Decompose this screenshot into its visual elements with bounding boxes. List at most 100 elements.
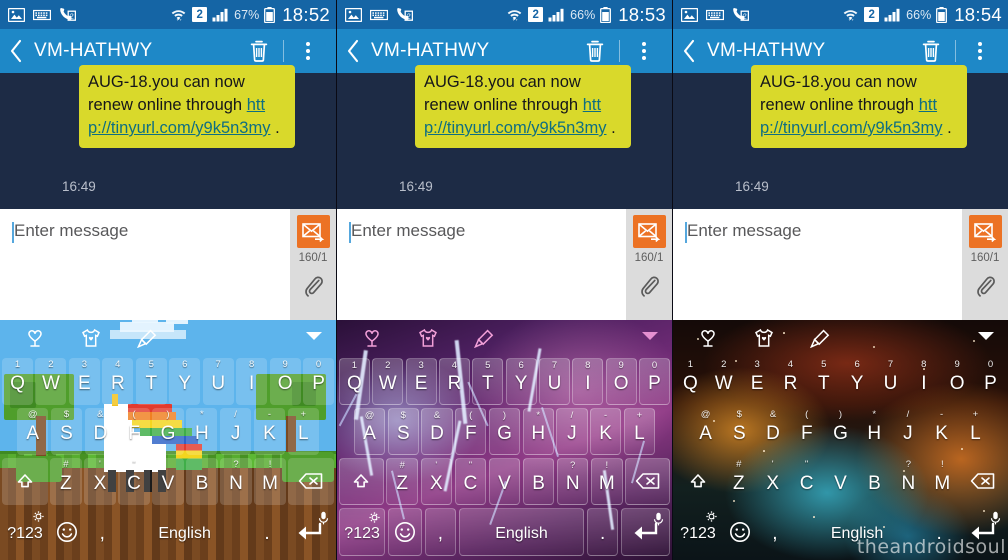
keyboard-settings-button[interactable] xyxy=(706,510,717,526)
key-t[interactable]: 5T xyxy=(135,357,167,405)
key-h[interactable]: * H xyxy=(186,407,218,455)
emoji-key[interactable] xyxy=(723,508,757,555)
symbols-key[interactable]: ?123 xyxy=(675,508,721,555)
message-input[interactable]: Enter message xyxy=(337,209,626,320)
enter-key[interactable] xyxy=(285,508,334,555)
key-j[interactable]: / J xyxy=(892,408,923,455)
key-g[interactable]: ) G xyxy=(825,408,856,455)
key-v[interactable]: V xyxy=(488,457,521,505)
key-n[interactable]: ? N xyxy=(893,458,924,505)
key-q[interactable]: 1Q xyxy=(2,357,33,405)
send-button[interactable] xyxy=(296,215,330,248)
key-z[interactable]: # Z xyxy=(386,457,419,505)
crayon-icon[interactable] xyxy=(132,323,162,353)
key-c[interactable]: " C xyxy=(454,457,487,505)
key-w[interactable]: 2W xyxy=(35,357,67,405)
key-p[interactable]: 0P xyxy=(975,358,1006,405)
back-icon[interactable] xyxy=(681,38,697,64)
key-u[interactable]: 7U xyxy=(202,357,234,405)
key-m[interactable]: ! M xyxy=(590,457,623,505)
symbols-key[interactable]: ?123 xyxy=(2,508,48,555)
key-a[interactable]: @ A xyxy=(17,407,49,455)
key-v[interactable]: V xyxy=(825,458,856,505)
send-button[interactable] xyxy=(632,215,666,248)
backspace-key[interactable] xyxy=(625,457,670,505)
key-y[interactable]: 6Y xyxy=(842,358,873,405)
message-bubble[interactable]: AUG-18.you can now renew online through … xyxy=(79,65,295,148)
sticker-icon[interactable] xyxy=(357,323,387,353)
backspace-key[interactable] xyxy=(961,458,1007,505)
key-u[interactable]: 7U xyxy=(875,358,906,405)
collapse-caret-icon[interactable] xyxy=(640,329,660,347)
shift-key[interactable] xyxy=(2,457,48,505)
voice-input-button[interactable] xyxy=(318,510,329,529)
key-p[interactable]: 0P xyxy=(639,357,670,405)
tshirt-theme-icon[interactable] xyxy=(749,323,779,353)
key-l[interactable]: + L xyxy=(960,408,991,455)
period-key[interactable]: . xyxy=(252,508,283,555)
key-f[interactable]: (F xyxy=(791,408,822,455)
key-k[interactable]: -K xyxy=(253,407,286,455)
key-a[interactable]: @ A xyxy=(354,407,386,455)
attach-button[interactable] xyxy=(974,275,997,303)
key-t[interactable]: 5T xyxy=(808,358,839,405)
message-input[interactable]: Enter message xyxy=(0,209,290,320)
keyboard-settings-button[interactable] xyxy=(33,510,44,526)
key-z[interactable]: # Z xyxy=(723,458,754,505)
key-i[interactable]: 8I xyxy=(236,357,268,405)
key-j[interactable]: / J xyxy=(219,407,252,455)
key-b[interactable]: B xyxy=(522,457,555,505)
send-button[interactable] xyxy=(968,215,1002,248)
key-m[interactable]: ! M xyxy=(254,457,286,505)
key-h[interactable]: * H xyxy=(522,407,554,455)
space-key[interactable]: English xyxy=(793,508,922,555)
key-o[interactable]: 9O xyxy=(942,358,973,405)
key-l[interactable]: + L xyxy=(287,407,319,455)
key-k[interactable]: -K xyxy=(926,408,957,455)
crayon-icon[interactable] xyxy=(805,323,835,353)
message-input[interactable]: Enter message xyxy=(673,209,962,320)
key-y[interactable]: 6Y xyxy=(505,357,537,405)
key-t[interactable]: 5T xyxy=(472,357,504,405)
key-y[interactable]: 6Y xyxy=(169,357,201,405)
key-o[interactable]: 9O xyxy=(269,357,301,405)
back-icon[interactable] xyxy=(8,38,24,64)
key-o[interactable]: 9O xyxy=(605,357,637,405)
key-d[interactable]: & D xyxy=(421,407,453,455)
attach-button[interactable] xyxy=(302,275,325,303)
backspace-key[interactable] xyxy=(288,457,335,505)
key-e[interactable]: 3E xyxy=(68,357,100,405)
key-j[interactable]: / J xyxy=(556,407,588,455)
key-x[interactable]: ' X xyxy=(84,457,116,505)
key-d[interactable]: & D xyxy=(757,408,788,455)
key-w[interactable]: 2W xyxy=(372,357,404,405)
tshirt-theme-icon[interactable] xyxy=(76,323,106,353)
key-i[interactable]: 8I xyxy=(572,357,604,405)
period-key[interactable]: . xyxy=(924,508,955,555)
key-b[interactable]: B xyxy=(859,458,890,505)
comma-key[interactable]: , xyxy=(424,508,457,556)
comma-key[interactable]: , xyxy=(87,508,118,555)
key-c[interactable]: " C xyxy=(791,458,822,505)
key-h[interactable]: * H xyxy=(859,408,890,455)
sticker-icon[interactable] xyxy=(20,323,50,353)
message-bubble[interactable]: AUG-18.you can now renew online through … xyxy=(415,65,631,148)
keyboard-settings-button[interactable] xyxy=(369,511,380,527)
period-key[interactable]: . xyxy=(586,508,619,556)
key-s[interactable]: $ S xyxy=(387,407,419,455)
key-q[interactable]: 1Q xyxy=(675,358,706,405)
tshirt-theme-icon[interactable] xyxy=(413,323,443,353)
key-s[interactable]: $ S xyxy=(724,408,755,455)
key-p[interactable]: 0P xyxy=(303,357,335,405)
shift-key[interactable] xyxy=(339,457,384,505)
key-u[interactable]: 7U xyxy=(539,357,570,405)
sticker-icon[interactable] xyxy=(693,323,723,353)
key-r[interactable]: 4R xyxy=(439,357,470,405)
message-bubble[interactable]: AUG-18.you can now renew online through … xyxy=(751,65,967,148)
back-icon[interactable] xyxy=(345,38,361,64)
key-n[interactable]: ? N xyxy=(220,457,252,505)
enter-key[interactable] xyxy=(620,508,670,556)
key-x[interactable]: ' X xyxy=(420,457,453,505)
key-r[interactable]: 4R xyxy=(775,358,806,405)
voice-input-button[interactable] xyxy=(990,510,1001,529)
